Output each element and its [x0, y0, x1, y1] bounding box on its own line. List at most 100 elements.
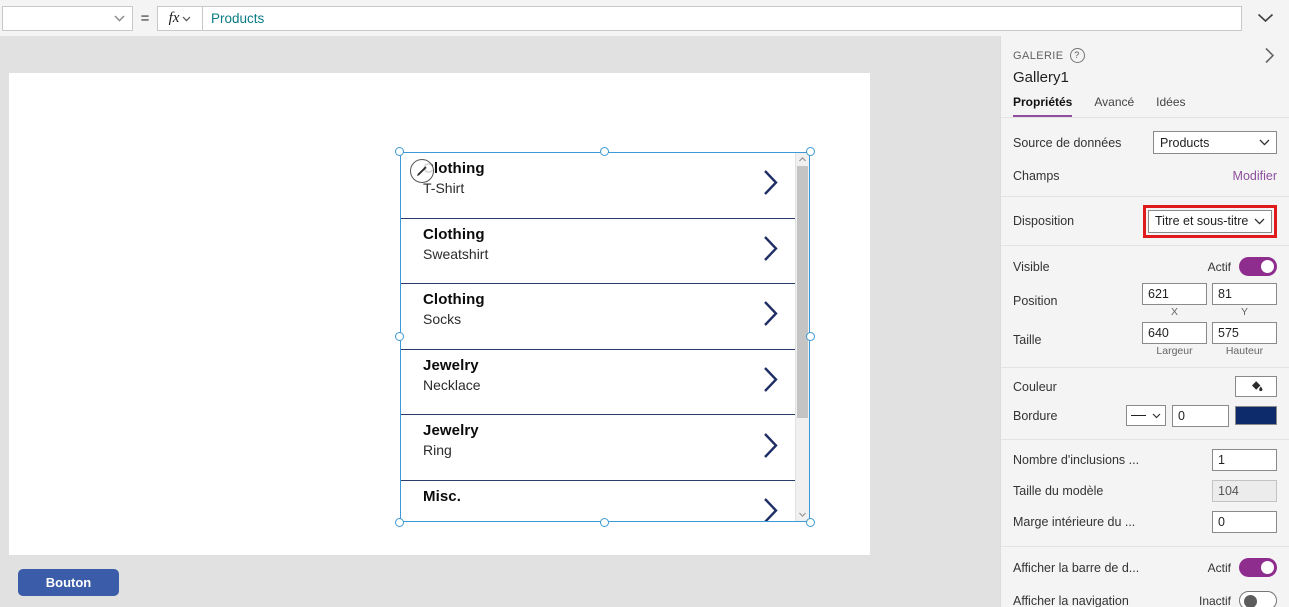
position-x-input[interactable]: 621 — [1142, 283, 1207, 305]
data-source-label: Source de données — [1013, 135, 1122, 150]
row-fields: Champs Modifier — [1001, 159, 1289, 192]
divider — [1001, 196, 1289, 197]
chevron-down-icon — [182, 9, 191, 27]
panel-title: Gallery1 — [1013, 69, 1069, 86]
size-height-input[interactable]: 575 — [1212, 322, 1277, 344]
resize-handle-bottom-center[interactable] — [600, 518, 609, 527]
tab-proprietes[interactable]: Propriétés — [1013, 95, 1073, 117]
row-visible: Visible Actif — [1001, 250, 1289, 283]
help-icon[interactable]: ? — [1069, 48, 1085, 63]
solid-line-icon — [1131, 415, 1146, 416]
border-controls: 0 — [1126, 404, 1277, 427]
size-label: Taille — [1013, 332, 1042, 347]
template-size-label: Taille du modèle — [1013, 483, 1104, 498]
size-width-input[interactable]: 640 — [1142, 322, 1207, 344]
tab-avance[interactable]: Avancé — [1094, 95, 1134, 117]
layout-label: Disposition — [1013, 214, 1075, 228]
panel-header: GALERIE ? Gallery1 — [1001, 36, 1289, 86]
gallery-selection-border — [400, 152, 810, 522]
position-label: Position — [1013, 293, 1058, 308]
row-template-padding: Marge intérieure du ... 0 — [1001, 506, 1289, 537]
row-color: Couleur — [1001, 372, 1289, 401]
border-label: Bordure — [1013, 408, 1058, 423]
show-scrollbar-toggle-wrap: Actif — [1208, 558, 1277, 577]
resize-handle-top-right[interactable] — [806, 147, 815, 156]
show-navigation-toggle[interactable] — [1239, 591, 1277, 607]
position-y-sublabel: Y — [1240, 306, 1248, 318]
resize-handle-top-left[interactable] — [395, 147, 404, 156]
color-label: Couleur — [1013, 379, 1057, 394]
fill-color-button[interactable] — [1235, 376, 1277, 397]
divider — [1001, 245, 1289, 246]
panel-kicker: GALERIE ? — [1013, 48, 1275, 63]
layout-select[interactable]: Titre et sous-titre — [1148, 209, 1272, 233]
chevron-down-icon — [114, 9, 125, 27]
border-width-input[interactable]: 0 — [1172, 404, 1229, 427]
show-navigation-state-label: Inactif — [1198, 593, 1231, 607]
gallery-control[interactable]: Clothing T-Shirt Clothing Sweatshirt Clo… — [395, 147, 815, 527]
row-data-source: Source de données Products — [1001, 126, 1289, 159]
app-screen[interactable]: Clothing T-Shirt Clothing Sweatshirt Clo… — [9, 73, 870, 596]
divider — [1001, 439, 1289, 440]
fields-label: Champs — [1013, 168, 1060, 183]
layout-value: Titre et sous-titre — [1155, 214, 1249, 228]
show-scrollbar-toggle[interactable] — [1239, 558, 1277, 577]
wrap-count-input[interactable]: 1 — [1212, 448, 1277, 471]
row-show-navigation: Afficher la navigation Inactif — [1001, 584, 1289, 607]
resize-handle-bottom-left[interactable] — [395, 518, 404, 527]
resize-handle-top-center[interactable] — [600, 147, 609, 156]
equals-sign: = — [140, 9, 150, 27]
property-selector[interactable] — [2, 5, 133, 31]
size-height-sublabel: Hauteur — [1225, 345, 1264, 357]
visible-state-label: Actif — [1207, 259, 1231, 274]
bouton-button[interactable]: Bouton — [18, 569, 119, 596]
properties-panel: GALERIE ? Gallery1 Propriétés Avancé Idé… — [1000, 36, 1289, 607]
size-fields: 640 575 Largeur Hauteur — [1142, 322, 1277, 357]
border-style-select[interactable] — [1126, 405, 1166, 426]
formula-bar: = fx Products — [0, 0, 1289, 37]
row-show-scrollbar: Afficher la barre de d... Actif — [1001, 551, 1289, 584]
layout-highlight: Titre et sous-titre — [1143, 204, 1277, 238]
position-fields: 621 81 X Y — [1142, 283, 1277, 318]
row-wrap-count: Nombre d'inclusions ... 1 — [1001, 444, 1289, 475]
resize-handle-middle-right[interactable] — [806, 332, 815, 341]
row-template-size: Taille du modèle 104 — [1001, 475, 1289, 506]
collapse-panel-button[interactable] — [1259, 45, 1279, 65]
powerapps-studio: = fx Products Clothing T-Shirt Clothing … — [0, 0, 1289, 607]
border-color-swatch[interactable] — [1235, 406, 1277, 425]
position-x-sublabel: X — [1170, 306, 1178, 318]
wrap-count-label: Nombre d'inclusions ... — [1013, 452, 1140, 467]
row-position: Position 621 81 X Y — [1001, 283, 1289, 318]
position-y-input[interactable]: 81 — [1212, 283, 1277, 305]
visible-toggle[interactable] — [1239, 257, 1277, 276]
panel-kicker-label: GALERIE — [1013, 49, 1064, 62]
data-source-select[interactable]: Products — [1153, 131, 1277, 154]
show-scrollbar-label: Afficher la barre de d... — [1013, 560, 1140, 575]
panel-tabs: Propriétés Avancé Idées — [1001, 86, 1289, 118]
tab-idees[interactable]: Idées — [1156, 95, 1185, 117]
resize-handle-middle-left[interactable] — [395, 332, 404, 341]
canvas-area[interactable]: Clothing T-Shirt Clothing Sweatshirt Clo… — [0, 36, 1001, 607]
template-padding-label: Marge intérieure du ... — [1013, 514, 1136, 529]
resize-handle-bottom-right[interactable] — [806, 518, 815, 527]
row-layout: Disposition Titre et sous-titre — [1001, 201, 1289, 241]
template-size-input: 104 — [1212, 479, 1277, 502]
formula-input[interactable]: Products — [203, 5, 1242, 31]
visible-label: Visible — [1013, 259, 1050, 274]
divider — [1001, 546, 1289, 547]
data-source-value: Products — [1160, 135, 1210, 150]
show-navigation-toggle-wrap: Inactif — [1199, 591, 1277, 607]
show-scrollbar-state-label: Actif — [1207, 560, 1231, 575]
paint-bucket-icon — [1249, 378, 1264, 396]
divider — [1001, 367, 1289, 368]
expand-formula-bar-button[interactable] — [1242, 0, 1289, 36]
fx-button[interactable]: fx — [157, 5, 203, 31]
edit-fields-link[interactable]: Modifier — [1233, 169, 1277, 183]
template-padding-input[interactable]: 0 — [1212, 510, 1277, 533]
show-navigation-label: Afficher la navigation — [1013, 593, 1129, 607]
size-width-sublabel: Largeur — [1156, 345, 1193, 357]
row-border: Bordure 0 — [1001, 401, 1289, 430]
fx-icon: fx — [168, 9, 180, 26]
row-size: Taille 640 575 Largeur Hauteur — [1001, 322, 1289, 357]
visible-toggle-wrap: Actif — [1208, 257, 1277, 276]
